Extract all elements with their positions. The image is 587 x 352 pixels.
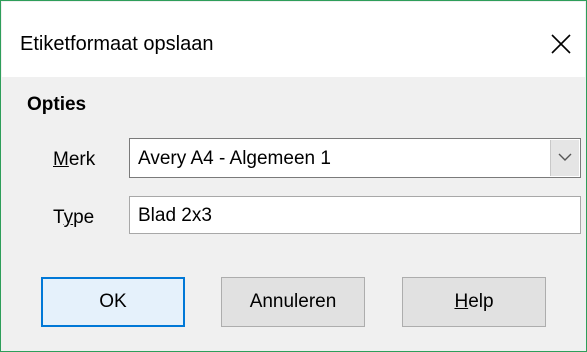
brand-dropdown-button[interactable] bbox=[550, 140, 579, 176]
brand-dropdown[interactable]: Avery A4 - Algemeen 1 bbox=[129, 138, 581, 178]
close-button[interactable] bbox=[537, 20, 585, 68]
cancel-button-label: Annuleren bbox=[249, 291, 337, 312]
chevron-down-icon bbox=[558, 153, 572, 161]
brand-label: Merk bbox=[53, 148, 95, 172]
cancel-button[interactable]: Annuleren bbox=[221, 277, 365, 327]
help-button-label-rest: elp bbox=[468, 291, 494, 312]
close-icon bbox=[551, 34, 571, 54]
dialog-title: Etiketformaat opslaan bbox=[20, 33, 214, 55]
brand-selected-value: Avery A4 - Algemeen 1 bbox=[138, 148, 331, 169]
type-label-rest: pe bbox=[73, 207, 95, 228]
options-heading: Opties bbox=[27, 94, 87, 115]
title-bar: Etiketformaat opslaan bbox=[2, 2, 585, 77]
type-label-mnemonic: y bbox=[63, 207, 74, 228]
brand-label-mnemonic: M bbox=[53, 149, 69, 170]
brand-label-rest: erk bbox=[68, 149, 96, 170]
dialog-window: Etiketformaat opslaan Opties Merk Avery … bbox=[0, 0, 587, 352]
type-input[interactable]: Blad 2x3 bbox=[129, 196, 581, 234]
type-label: Type bbox=[53, 206, 94, 230]
type-label-start: T bbox=[53, 207, 64, 228]
type-input-value: Blad 2x3 bbox=[138, 205, 212, 226]
help-button[interactable]: Help bbox=[402, 277, 546, 327]
ok-button[interactable]: OK bbox=[41, 277, 185, 327]
ok-button-label: OK bbox=[99, 291, 127, 312]
help-button-mnemonic: H bbox=[454, 291, 469, 312]
